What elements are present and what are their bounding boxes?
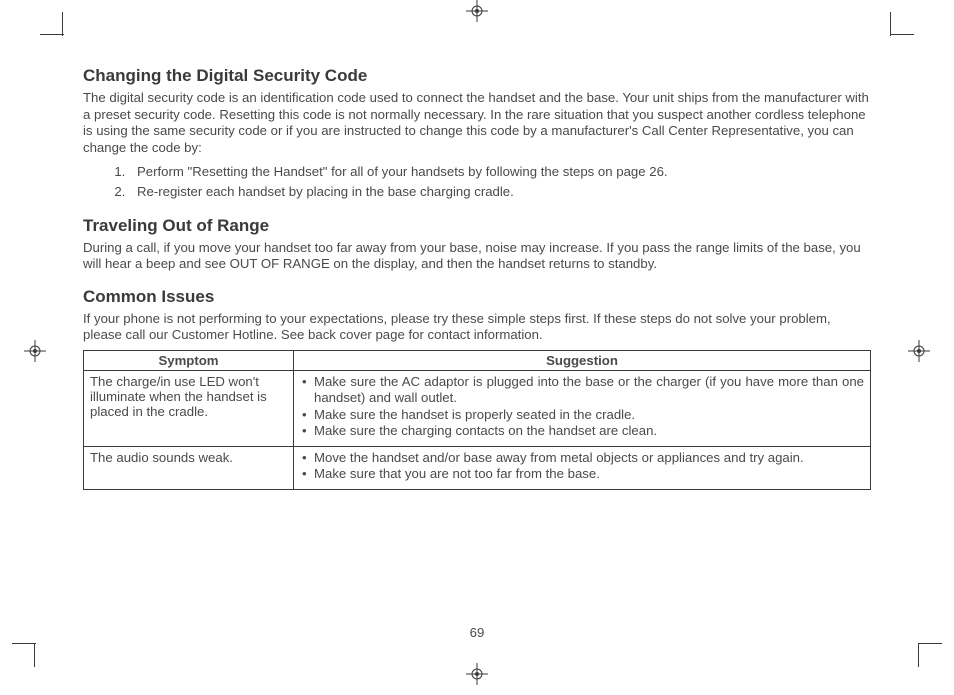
page-content: Changing the Digital Security Code The d… (83, 66, 871, 504)
col-header-suggestion: Suggestion (294, 350, 871, 370)
body-security-code: The digital security code is an identifi… (83, 90, 871, 156)
col-header-symptom: Symptom (84, 350, 294, 370)
heading-out-of-range: Traveling Out of Range (83, 216, 871, 236)
list-item: Re-register each handset by placing in t… (129, 182, 871, 202)
list-item: Make sure the AC adaptor is plugged into… (300, 374, 864, 407)
table-row: The audio sounds weak. Move the handset … (84, 446, 871, 489)
list-item: Make sure that you are not too far from … (300, 466, 864, 483)
issues-table: Symptom Suggestion The charge/in use LED… (83, 350, 871, 490)
crop-mark (40, 12, 64, 36)
table-row: The charge/in use LED won't illuminate w… (84, 370, 871, 446)
body-out-of-range: During a call, if you move your handset … (83, 240, 871, 273)
cell-symptom: The charge/in use LED won't illuminate w… (84, 370, 294, 446)
cell-suggestion: Move the handset and/or base away from m… (294, 446, 871, 489)
list-item: Perform "Resetting the Handset" for all … (129, 162, 871, 182)
crop-mark (918, 643, 942, 667)
body-common-issues: If your phone is not performing to your … (83, 311, 871, 344)
section-out-of-range: Traveling Out of Range During a call, if… (83, 216, 871, 273)
registration-mark-icon (466, 0, 488, 22)
list-item: Move the handset and/or base away from m… (300, 450, 864, 467)
section-security-code: Changing the Digital Security Code The d… (83, 66, 871, 202)
table-header-row: Symptom Suggestion (84, 350, 871, 370)
registration-mark-icon (24, 340, 46, 362)
list-item: Make sure the charging contacts on the h… (300, 423, 864, 440)
page-number: 69 (0, 625, 954, 640)
section-common-issues: Common Issues If your phone is not perfo… (83, 287, 871, 490)
crop-mark (12, 643, 36, 667)
heading-security-code: Changing the Digital Security Code (83, 66, 871, 86)
registration-mark-icon (466, 663, 488, 685)
cell-symptom: The audio sounds weak. (84, 446, 294, 489)
registration-mark-icon (908, 340, 930, 362)
cell-suggestion: Make sure the AC adaptor is plugged into… (294, 370, 871, 446)
steps-security-code: Perform "Resetting the Handset" for all … (129, 162, 871, 202)
list-item: Make sure the handset is properly seated… (300, 407, 864, 424)
crop-mark (890, 12, 914, 36)
heading-common-issues: Common Issues (83, 287, 871, 307)
